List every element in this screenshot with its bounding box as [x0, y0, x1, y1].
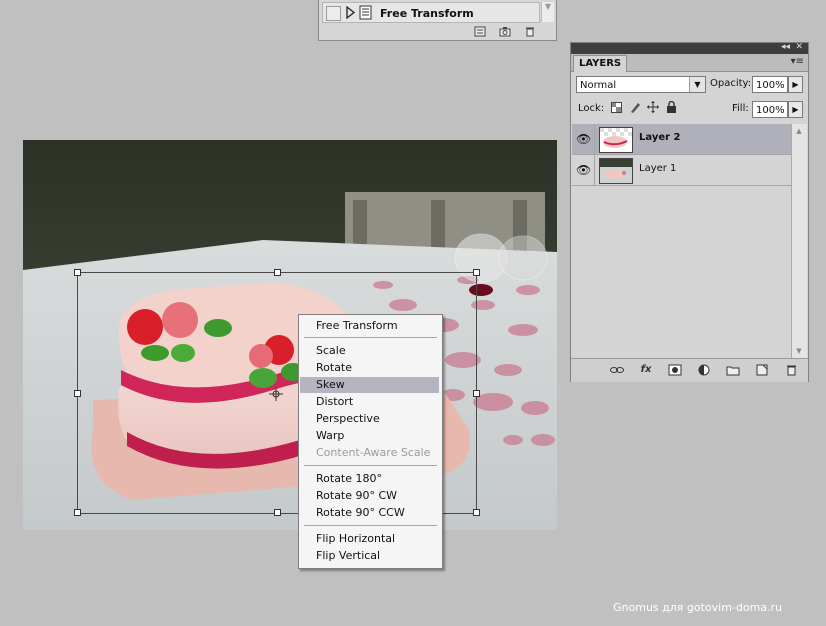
menu-item-warp[interactable]: Warp [300, 428, 439, 444]
history-item-label: Free Transform [380, 7, 474, 20]
panel-tab-row: LAYERS ▾≡ [571, 54, 808, 72]
menu-item-free-transform[interactable]: Free Transform [300, 318, 439, 334]
menu-item-rotate-180[interactable]: Rotate 180° [300, 471, 439, 487]
opacity-label: Opacity: [710, 78, 752, 89]
transform-handle-top[interactable] [274, 269, 281, 276]
menu-item-rotate-90-cw[interactable]: Rotate 90° CW [300, 488, 439, 504]
chevron-down-icon: ▼ [689, 77, 705, 92]
history-panel: Free Transform ▼ [318, 0, 557, 41]
collapse-panel-icon[interactable]: ◂◂ [781, 42, 790, 52]
lock-pixels-brush-icon[interactable] [629, 101, 641, 113]
opacity-slider-button[interactable]: ▶ [788, 76, 803, 93]
transform-handle-left[interactable] [74, 390, 81, 397]
transform-handle-top-left[interactable] [74, 269, 81, 276]
menu-item-flip-horizontal[interactable]: Flip Horizontal [300, 531, 439, 547]
menu-item-perspective[interactable]: Perspective [300, 411, 439, 427]
menu-item-flip-vertical[interactable]: Flip Vertical [300, 548, 439, 564]
history-brush-source-icon [346, 6, 356, 19]
menu-separator [304, 465, 437, 466]
layer-name[interactable]: Layer 1 [639, 163, 676, 174]
mask-icon[interactable] [668, 364, 682, 376]
menu-item-skew[interactable]: Skew [300, 377, 439, 393]
scroll-down-icon[interactable]: ▼ [793, 345, 805, 357]
history-toolbar [474, 26, 536, 37]
layer-thumbnail [599, 127, 633, 153]
link-layers-icon[interactable] [610, 364, 624, 376]
visibility-toggle[interactable]: 👁 [572, 155, 595, 185]
menu-item-content-aware-scale: Content-Aware Scale [316, 446, 431, 459]
layer-2-thumbnail-image [600, 128, 632, 152]
trash-icon[interactable] [784, 364, 798, 376]
new-layer-icon[interactable] [755, 364, 769, 376]
blend-mode-select[interactable]: Normal ▼ [576, 76, 706, 93]
fill-slider-button[interactable]: ▶ [788, 101, 803, 118]
tab-layers[interactable]: LAYERS [573, 55, 628, 72]
transform-handle-bottom-left[interactable] [74, 509, 81, 516]
layer-row-layer-2[interactable]: 👁 Layer 2 [572, 124, 791, 155]
layer-name[interactable]: Layer 2 [639, 132, 680, 143]
layer-thumbnail [599, 158, 633, 184]
menu-separator [304, 337, 437, 338]
fx-icon[interactable]: fx [639, 364, 653, 376]
snapshot-checkbox[interactable] [326, 6, 341, 21]
lock-label: Lock: [578, 103, 605, 114]
new-document-icon[interactable] [474, 26, 486, 37]
transform-handle-bottom[interactable] [274, 509, 281, 516]
history-state-free-transform[interactable]: Free Transform [322, 2, 540, 23]
layers-panel: ◂◂ ✕ LAYERS ▾≡ Normal ▼ Opacity: 100% ▶ … [570, 42, 809, 382]
panel-title-bar[interactable]: ◂◂ ✕ [571, 42, 808, 54]
transform-reference-point-icon[interactable] [269, 387, 283, 401]
lock-all-icon[interactable] [666, 101, 677, 113]
lock-position-move-icon[interactable] [647, 101, 659, 113]
blend-mode-value: Normal [580, 80, 617, 91]
group-folder-icon[interactable] [726, 364, 740, 376]
watermark-credit: Gnomus для gotovim-doma.ru [613, 601, 783, 614]
layer-1-thumbnail-image [600, 159, 632, 183]
trash-icon[interactable] [524, 26, 536, 37]
transform-handle-top-right[interactable] [473, 269, 480, 276]
state-icon [359, 5, 372, 20]
menu-item-rotate-90-ccw[interactable]: Rotate 90° CCW [300, 505, 439, 521]
fill-field[interactable]: 100% [752, 101, 788, 118]
menu-item-distort[interactable]: Distort [300, 394, 439, 410]
transform-handle-right[interactable] [473, 390, 480, 397]
scroll-up-icon[interactable]: ▲ [793, 125, 805, 137]
menu-separator [304, 525, 437, 526]
layers-scrollbar[interactable]: ▲ ▼ [791, 124, 807, 358]
transform-context-menu: Free Transform Scale Rotate Skew Distort… [298, 314, 443, 569]
layer-row-layer-1[interactable]: 👁 Layer 1 [572, 155, 791, 186]
lock-transparency-icon[interactable] [611, 102, 622, 113]
history-scrollbar[interactable]: ▼ [541, 2, 554, 22]
fill-label: Fill: [732, 103, 749, 114]
close-panel-icon[interactable]: ✕ [795, 42, 803, 52]
eye-icon: 👁 [576, 163, 592, 177]
visibility-toggle[interactable]: 👁 [572, 124, 595, 154]
eye-icon: 👁 [576, 132, 592, 146]
menu-item-rotate[interactable]: Rotate [300, 360, 439, 376]
opacity-field[interactable]: 100% [752, 76, 788, 93]
camera-icon[interactable] [499, 26, 511, 37]
layers-bottom-toolbar: fx [571, 358, 808, 382]
menu-item-scale[interactable]: Scale [300, 343, 439, 359]
adjustment-icon[interactable] [697, 364, 711, 376]
transform-handle-bottom-right[interactable] [473, 509, 480, 516]
panel-menu-icon[interactable]: ▾≡ [791, 56, 804, 67]
